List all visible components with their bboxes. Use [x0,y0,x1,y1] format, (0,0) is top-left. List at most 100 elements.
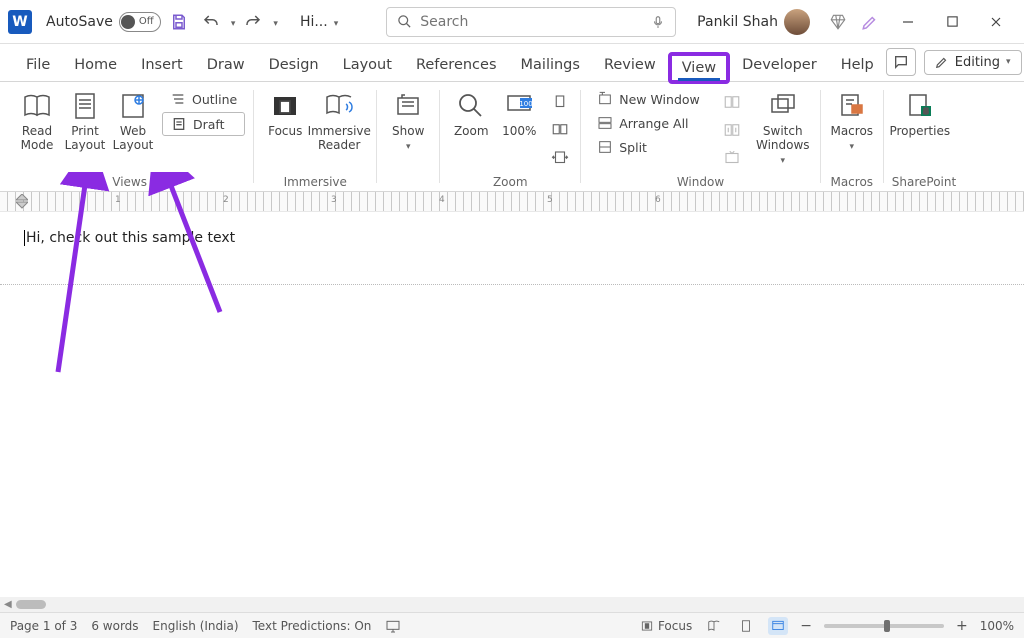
tab-help[interactable]: Help [829,49,886,81]
split-button[interactable]: Split [589,136,708,158]
switch-windows-icon [767,90,799,122]
tab-review[interactable]: Review [592,49,668,81]
macros-button[interactable]: Macros ▾ [829,86,875,154]
arrange-all-button[interactable]: Arrange All [589,112,708,134]
redo-icon[interactable] [239,8,267,36]
one-page-button[interactable] [548,90,572,114]
new-window-button[interactable]: New Window [589,88,708,110]
outline-button[interactable]: Outline [162,88,245,110]
multi-page-button[interactable] [548,118,572,142]
tab-layout[interactable]: Layout [331,49,404,81]
document-area[interactable]: Hi, check out this sample text [0,212,1024,597]
titlebar: W AutoSave Off Hi... Pankil Shah [0,0,1024,44]
filename[interactable]: Hi... [300,14,328,30]
tab-file[interactable]: File [14,49,62,81]
page-width-button[interactable] [548,146,572,170]
properties-icon: S [904,90,936,122]
open-book-icon [21,90,53,122]
indent-marker-icon[interactable] [16,194,28,210]
view-print-layout-icon[interactable] [736,617,756,635]
diamond-icon[interactable] [824,8,852,36]
split-icon [597,139,613,155]
avatar [784,9,810,35]
zoom-out-button[interactable]: − [800,618,812,634]
tab-draw[interactable]: Draw [195,49,257,81]
scrollbar-thumb[interactable] [16,600,46,609]
undo-dropdown[interactable] [229,14,236,30]
tab-view-label: View [682,60,716,76]
group-label-macros: Macros [829,175,875,191]
show-dropdown[interactable]: Show ▾ [385,86,431,154]
pen-icon[interactable] [856,8,884,36]
status-language[interactable]: English (India) [153,619,239,633]
undo-icon[interactable] [197,8,225,36]
svg-text:100: 100 [520,100,533,108]
tab-mailings[interactable]: Mailings [509,49,592,81]
draft-icon [171,116,187,132]
zoom-100-button[interactable]: 100 100% [496,86,542,138]
status-page[interactable]: Page 1 of 3 [10,619,77,633]
zoom-slider-knob[interactable] [884,620,890,632]
filename-dropdown[interactable] [332,14,339,30]
user-account[interactable]: Pankil Shah [697,9,810,35]
magnifier-icon [455,90,487,122]
draft-button[interactable]: Draft [162,112,245,136]
page-break-indicator [0,284,1024,285]
view-read-mode-icon[interactable] [704,617,724,635]
toggle-switch[interactable]: Off [119,12,161,32]
tab-view[interactable]: View [668,52,730,84]
web-layout-button[interactable]: Web Layout [110,86,156,152]
print-layout-button[interactable]: Print Layout [62,86,108,152]
immersive-reader-button[interactable]: Immersive Reader [310,86,368,152]
switch-windows-button[interactable]: Switch Windows ▾ [754,86,812,168]
search-box[interactable] [386,7,676,37]
close-button[interactable] [976,8,1016,36]
group-immersive: Focus Immersive Reader Immersive [254,82,376,191]
focus-icon [269,90,301,122]
status-predictions[interactable]: Text Predictions: On [253,619,372,633]
hundred-icon: 100 [503,90,535,122]
focus-mode-status[interactable]: Focus [640,619,692,633]
tab-references[interactable]: References [404,49,509,81]
group-sharepoint: S Properties SharePoint [884,82,964,191]
status-words[interactable]: 6 words [91,619,138,633]
group-macros: Macros ▾ Macros [821,82,883,191]
comments-button[interactable] [886,48,916,76]
tab-developer[interactable]: Developer [730,49,829,81]
editing-label: Editing [955,55,1000,70]
zoom-button[interactable]: Zoom [448,86,494,138]
microphone-icon[interactable] [651,13,665,31]
ribbon-view: Read Mode Print Layout Web Layout Outlin… [0,82,1024,192]
tab-home[interactable]: Home [62,49,129,81]
maximize-button[interactable] [932,8,972,36]
tab-insert[interactable]: Insert [129,49,195,81]
scroll-left-arrow[interactable]: ◀ [4,599,12,610]
minimize-button[interactable] [888,8,928,36]
view-side-by-side-button[interactable] [720,90,744,114]
autosave-label: AutoSave [46,14,113,30]
zoom-percentage[interactable]: 100% [980,619,1014,633]
horizontal-scrollbar[interactable]: ◀ [0,597,1024,612]
search-input[interactable] [420,14,643,30]
autosave-toggle[interactable]: AutoSave Off [46,12,161,32]
display-settings-icon[interactable] [385,618,401,634]
group-label-window: Window [589,175,812,191]
document-body[interactable]: Hi, check out this sample text [0,212,1024,264]
zoom-in-button[interactable]: + [956,618,968,634]
tab-design[interactable]: Design [257,49,331,81]
ribbon-tabs: File Home Insert Draw Design Layout Refe… [0,44,1024,82]
focus-button[interactable]: Focus [262,86,308,138]
new-window-icon [597,91,613,107]
web-page-icon [117,90,149,122]
username: Pankil Shah [697,14,778,30]
reset-position-button[interactable] [720,146,744,170]
view-web-layout-icon[interactable] [768,617,788,635]
properties-button[interactable]: S Properties [892,86,948,138]
horizontal-ruler[interactable]: 123456 [0,192,1024,212]
sync-scroll-button[interactable] [720,118,744,142]
read-mode-button[interactable]: Read Mode [14,86,60,152]
editing-mode-button[interactable]: Editing ▾ [924,50,1022,75]
save-icon[interactable] [165,8,193,36]
zoom-slider[interactable] [824,624,944,628]
redo-dropdown[interactable] [271,14,278,30]
